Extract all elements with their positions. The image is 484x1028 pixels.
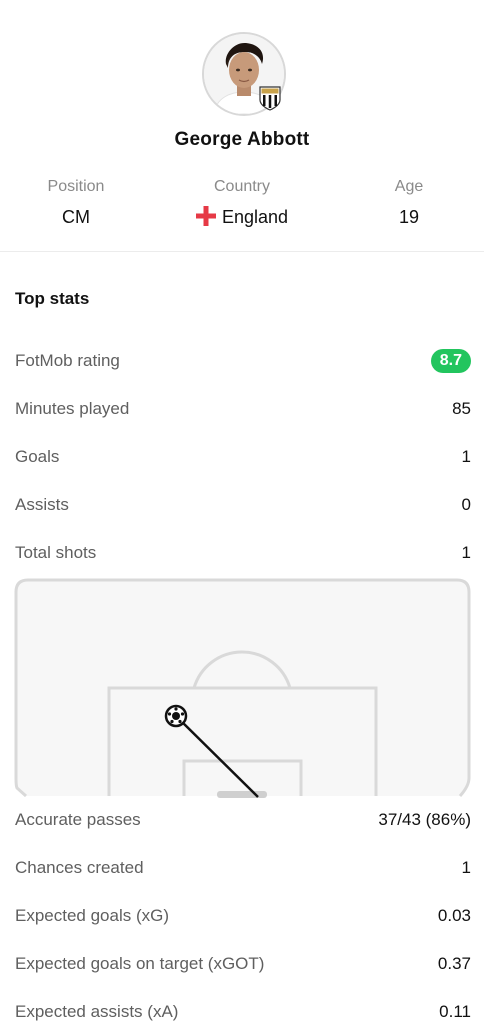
stat-row-accurate-passes: Accurate passes 37/43 (86%): [15, 805, 471, 835]
stat-row-minutes: Minutes played 85: [15, 394, 471, 424]
stat-row-assists: Assists 0: [15, 490, 471, 520]
stat-value: 85: [452, 399, 471, 418]
stat-row-rating: FotMob rating 8.7: [15, 346, 471, 376]
stat-value: 0.03: [437, 906, 471, 925]
country-value: England: [221, 207, 289, 227]
age-info: Age 19: [329, 177, 484, 228]
stat-label: Expected assists (xA): [15, 1002, 179, 1021]
stat-row-total-shots: Total shots 1: [15, 538, 471, 568]
stat-value: 0: [461, 495, 471, 514]
top-stats-title: Top stats: [15, 289, 90, 308]
stat-label: Expected goals on target (xGOT): [15, 954, 265, 973]
stat-label: Assists: [15, 495, 69, 514]
stat-value: 1: [461, 858, 471, 877]
stat-row-goals: Goals 1: [15, 442, 471, 472]
position-value: CM: [62, 207, 90, 227]
stat-value: 37/43 (86%): [378, 810, 471, 829]
stat-label: Minutes played: [15, 399, 130, 418]
stat-row-chances-created: Chances created 1: [15, 853, 471, 883]
stat-label: Chances created: [15, 858, 144, 877]
country-value-row: England: [162, 206, 322, 228]
stat-value: 1: [461, 447, 471, 466]
player-header: George Abbott Position CM Country Englan…: [0, 0, 484, 252]
england-flag-icon: [195, 206, 216, 226]
stat-label: Expected goals (xG): [15, 906, 170, 925]
stat-row-xgot: Expected goals on target (xGOT) 0.37: [15, 949, 471, 979]
stat-row-xa: Expected assists (xA) 0.11: [15, 997, 471, 1027]
country-label: Country: [213, 178, 271, 195]
stat-label: Accurate passes: [15, 810, 141, 829]
stat-value: 0.37: [437, 954, 471, 973]
age-label: Age: [394, 178, 424, 195]
rating-badge: 8.7: [430, 349, 471, 373]
stat-label: Total shots: [15, 543, 97, 562]
shot-map[interactable]: [14, 578, 471, 798]
stat-row-xg: Expected goals (xG) 0.03: [15, 901, 471, 931]
position-label: Position: [47, 178, 105, 195]
stat-value: 1: [461, 543, 471, 562]
player-name: George Abbott: [174, 129, 310, 150]
shot-ball-icon[interactable]: [164, 704, 188, 728]
age-value: 19: [398, 207, 420, 227]
country-info: Country England: [162, 177, 322, 228]
stat-label: Goals: [15, 447, 60, 466]
position-info: Position CM: [0, 177, 156, 228]
stat-value: 0.11: [439, 1002, 471, 1021]
stat-label: FotMob rating: [15, 351, 120, 370]
club-badge-icon: [259, 86, 281, 111]
goal-mouth: [217, 791, 267, 798]
